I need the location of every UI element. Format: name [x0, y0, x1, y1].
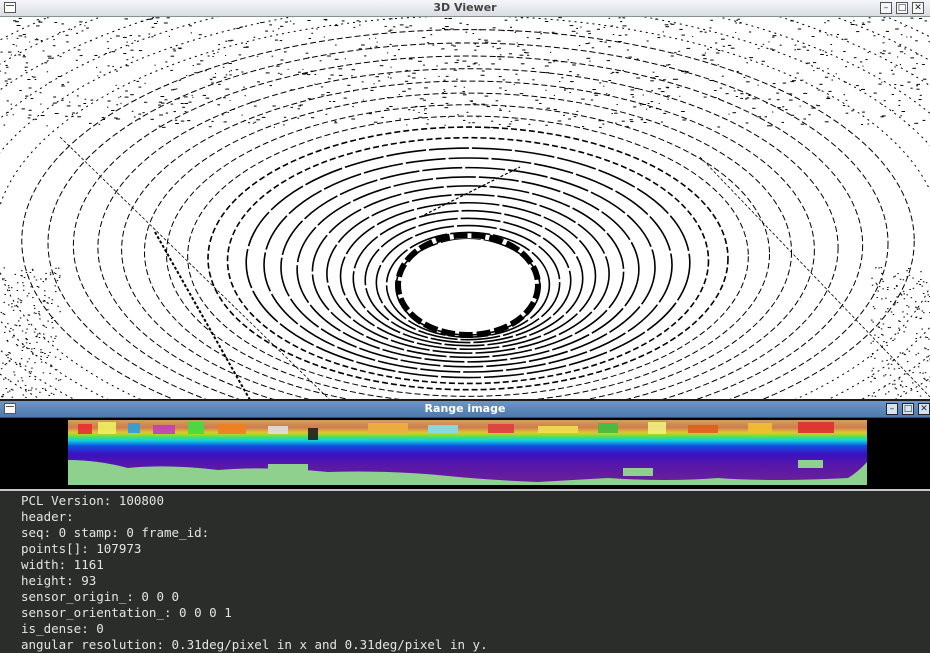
3d-viewer-title: 3D Viewer	[433, 1, 497, 14]
3d-viewer-window: 3D Viewer – □ ✕	[0, 0, 930, 402]
3d-viewer-titlebar[interactable]: 3D Viewer – □ ✕	[0, 0, 930, 17]
console-line: points[]: 107973	[21, 541, 142, 556]
console-line: PCL Version: 100800	[21, 493, 164, 508]
point-cloud-canvas[interactable]	[0, 17, 930, 400]
console-output: PCL Version: 100800 header: seq: 0 stamp…	[0, 489, 930, 653]
console-line: is_dense: 0	[21, 621, 104, 636]
close-icon[interactable]: ✕	[912, 2, 924, 14]
minimize-icon[interactable]: –	[886, 403, 898, 415]
console-line: angular resolution: 0.31deg/pixel in x a…	[21, 637, 488, 652]
console-line: seq: 0 stamp: 0 frame_id:	[21, 525, 210, 540]
scan-rings	[0, 17, 930, 400]
console-line: header:	[21, 509, 74, 524]
console-line: height: 93	[21, 573, 97, 588]
minimize-icon[interactable]: –	[880, 2, 892, 14]
far-field-points	[0, 17, 930, 398]
maximize-icon[interactable]: □	[896, 2, 908, 14]
maximize-icon[interactable]: □	[902, 403, 914, 415]
range-image-titlebar[interactable]: Range image – □ ✕	[0, 401, 930, 418]
range-image-canvas[interactable]	[68, 420, 867, 485]
console-line: width: 1161	[21, 557, 104, 572]
range-image-render	[68, 420, 867, 485]
point-cloud-render	[0, 17, 930, 400]
range-image-window: Range image – □ ✕	[0, 401, 930, 489]
scan-structure	[419, 166, 521, 218]
console-line: sensor_orientation_: 0 0 0 1	[21, 605, 232, 620]
scan-structure	[699, 156, 930, 398]
close-icon[interactable]: ✕	[918, 403, 930, 415]
console-line: sensor_origin_: 0 0 0	[21, 589, 180, 604]
sensor-blind-spot	[402, 239, 534, 331]
range-image-title: Range image	[424, 402, 506, 415]
